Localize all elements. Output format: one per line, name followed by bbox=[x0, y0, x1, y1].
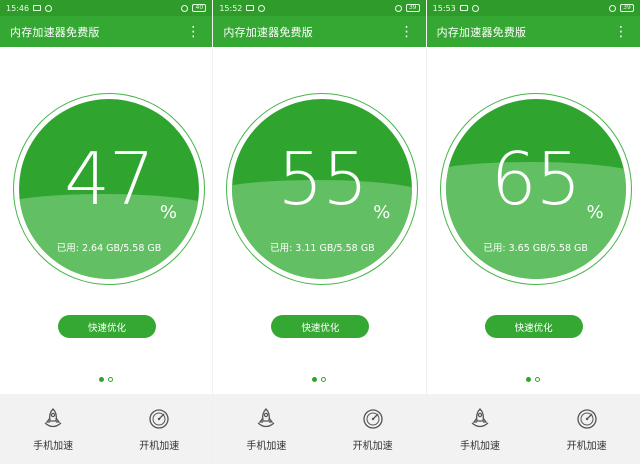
nav-boot-boost[interactable]: 开机加速 bbox=[320, 394, 426, 464]
battery-icon: 39 bbox=[619, 4, 634, 12]
speedometer-icon bbox=[362, 407, 384, 431]
page-dot-inactive bbox=[535, 377, 541, 382]
page-indicator bbox=[213, 377, 425, 382]
bottom-nav: 手机加速 开机加速 bbox=[0, 394, 213, 464]
status-bar: 15:53 39 bbox=[426, 0, 640, 16]
nav-boot-boost-label: 开机加速 bbox=[139, 440, 180, 452]
alarm-icon bbox=[608, 4, 616, 12]
gauge-circle: 65 % 已用: 3.65 GB/5.58 GB bbox=[445, 99, 626, 279]
app-title: 内存加速器免费版 bbox=[10, 25, 100, 39]
memory-gauge: 47 % 已用: 2.64 GB/5.58 GB bbox=[13, 93, 205, 285]
quick-optimize-button[interactable]: 快速优化 bbox=[484, 315, 583, 338]
gauge-circle: 55 % 已用: 3.11 GB/5.58 GB bbox=[232, 99, 413, 279]
battery-icon: 40 bbox=[192, 4, 207, 12]
used-memory-text: 已用: 2.64 GB/5.58 GB bbox=[56, 243, 162, 254]
screenshot-panel-2: 15:52 39 内存加速器免费版 ⋮ 55 % 已用: 3.11 GB/5.5… bbox=[213, 0, 427, 464]
more-vert-icon[interactable]: ⋮ bbox=[612, 23, 630, 41]
rocket-icon bbox=[469, 407, 491, 431]
more-vert-icon[interactable]: ⋮ bbox=[398, 23, 416, 41]
nav-phone-boost[interactable]: 手机加速 bbox=[213, 394, 319, 464]
more-vert-icon[interactable]: ⋮ bbox=[184, 23, 202, 41]
app-title: 内存加速器免费版 bbox=[223, 25, 313, 39]
notification-icon bbox=[246, 5, 255, 11]
nav-phone-boost[interactable]: 手机加速 bbox=[0, 394, 106, 464]
bottom-nav: 手机加速 开机加速 bbox=[426, 394, 640, 464]
status-time: 15:52 bbox=[219, 3, 243, 13]
nav-phone-boost-label: 手机加速 bbox=[33, 440, 74, 452]
app-bar: 内存加速器免费版 ⋮ bbox=[0, 16, 213, 47]
wifi-icon bbox=[258, 4, 266, 12]
notification-icon bbox=[459, 5, 468, 11]
nav-phone-boost[interactable]: 手机加速 bbox=[427, 394, 534, 464]
gauge-circle: 47 % 已用: 2.64 GB/5.58 GB bbox=[19, 99, 199, 279]
page-indicator bbox=[0, 377, 212, 382]
nav-phone-boost-label: 手机加速 bbox=[246, 440, 287, 452]
nav-boot-boost[interactable]: 开机加速 bbox=[106, 394, 212, 464]
alarm-icon bbox=[394, 4, 402, 12]
nav-boot-boost-label: 开机加速 bbox=[566, 440, 607, 452]
page-dot-active bbox=[99, 377, 105, 382]
memory-gauge: 65 % 已用: 3.65 GB/5.58 GB bbox=[439, 93, 632, 285]
screenshot-panel-3: 15:53 39 内存加速器免费版 ⋮ 65 % 已用: 3.65 GB/5.5… bbox=[426, 0, 640, 464]
used-memory-text: 已用: 3.65 GB/5.58 GB bbox=[483, 243, 588, 254]
status-bar: 15:46 40 bbox=[0, 0, 213, 16]
nav-boot-boost-label: 开机加速 bbox=[352, 440, 393, 452]
nav-boot-boost[interactable]: 开机加速 bbox=[533, 394, 640, 464]
rocket-icon bbox=[42, 407, 64, 431]
quick-optimize-button[interactable]: 快速优化 bbox=[58, 315, 156, 338]
app-title: 内存加速器免费版 bbox=[436, 25, 527, 39]
rocket-icon bbox=[255, 407, 277, 431]
status-time: 15:53 bbox=[432, 3, 456, 13]
notification-icon bbox=[33, 5, 42, 11]
usage-percent-sign: % bbox=[159, 202, 177, 223]
page-dot-active bbox=[312, 377, 318, 382]
speedometer-icon bbox=[576, 407, 598, 431]
app-bar: 内存加速器免费版 ⋮ bbox=[426, 16, 640, 47]
used-memory-text: 已用: 3.11 GB/5.58 GB bbox=[270, 243, 375, 254]
bottom-nav: 手机加速 开机加速 bbox=[213, 394, 426, 464]
page-dot-inactive bbox=[108, 377, 114, 382]
usage-percent-sign: % bbox=[373, 202, 391, 223]
quick-optimize-button[interactable]: 快速优化 bbox=[271, 315, 370, 338]
page-dot-active bbox=[526, 377, 532, 382]
alarm-icon bbox=[181, 4, 189, 12]
page-dot-inactive bbox=[321, 377, 327, 382]
status-bar: 15:52 39 bbox=[213, 0, 426, 16]
memory-gauge: 55 % 已用: 3.11 GB/5.58 GB bbox=[226, 93, 419, 285]
screenshot-panel-1: 15:46 40 内存加速器免费版 ⋮ 47 % 已用: 2.64 GB/5.5… bbox=[0, 0, 214, 464]
app-bar: 内存加速器免费版 ⋮ bbox=[213, 16, 426, 47]
wifi-icon bbox=[471, 4, 479, 12]
status-time: 15:46 bbox=[6, 3, 30, 13]
usage-percent-sign: % bbox=[586, 202, 604, 223]
wifi-icon bbox=[45, 4, 53, 12]
battery-icon: 39 bbox=[405, 4, 420, 12]
page-indicator bbox=[427, 377, 640, 382]
nav-phone-boost-label: 手机加速 bbox=[459, 440, 500, 452]
speedometer-icon bbox=[148, 407, 170, 431]
